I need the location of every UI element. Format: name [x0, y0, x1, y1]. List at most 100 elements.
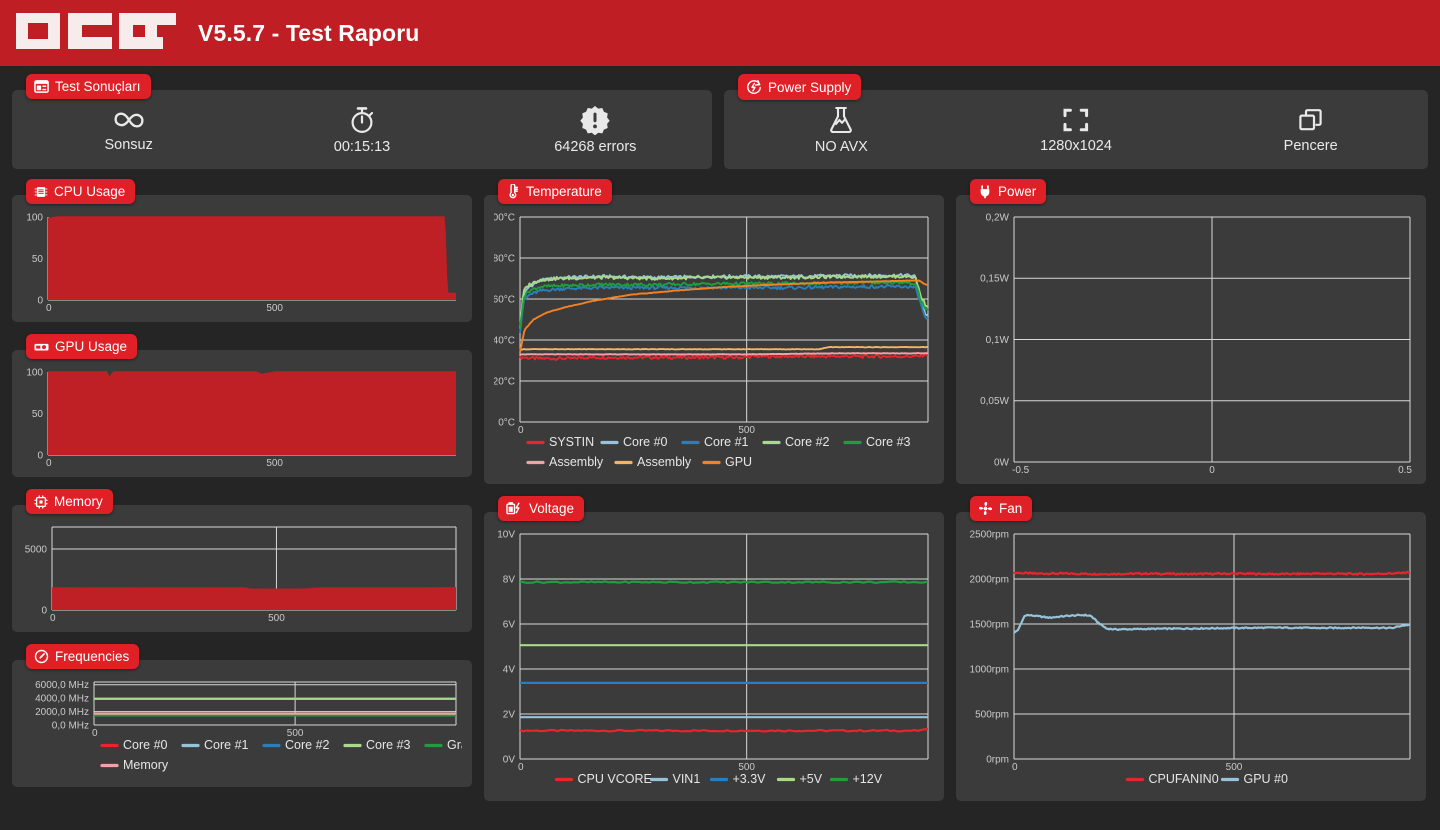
- temperature-card: Temperature 0°C20°C40°C60°C80°C100°C0500…: [484, 179, 944, 484]
- power-plot: 0W 0,05W 0,1W 0,15W 0,2W -0.5 0 0.5: [980, 212, 1412, 476]
- svg-text:2V: 2V: [503, 709, 516, 720]
- temperature-badge-label: Temperature: [526, 184, 602, 199]
- svg-text:80°C: 80°C: [494, 253, 515, 264]
- cpu-usage-badge-label: CPU Usage: [54, 184, 126, 199]
- charts-grid: CPU Usage 0 50 100 0 500 GPU Usage 0 50 100 0 50…: [0, 169, 1440, 801]
- duration-mode-value: Sonsuz: [104, 136, 153, 153]
- power-card: Power 0W 0,05W 0,1W 0,15W 0,2W -0.5 0 0.5: [956, 179, 1426, 484]
- svg-text:6V: 6V: [503, 619, 516, 630]
- svg-text:GPU: GPU: [725, 455, 752, 469]
- svg-text:Assembly: Assembly: [549, 455, 604, 469]
- svg-text:0: 0: [46, 458, 52, 469]
- test-results-badge: Test Sonuçları: [26, 74, 151, 99]
- test-results-card: Test Sonuçları Sonsuz 00:15:13 64268 err…: [12, 74, 712, 169]
- fan-plot: 0rpm 500rpm 1000rpm 1500rpm 2000rpm 2500rpm 0 5…: [970, 529, 1411, 786]
- elapsed-time-value: 00:15:13: [333, 138, 391, 155]
- svg-text:2000,0 MHz: 2000,0 MHz: [35, 707, 89, 718]
- svg-text:0W: 0W: [994, 457, 1010, 468]
- charts-column-right: Power 0W 0,05W 0,1W 0,15W 0,2W -0.5 0 0.5 Fan 0…: [956, 179, 1426, 801]
- svg-text:0: 0: [92, 728, 98, 739]
- svg-text:50: 50: [32, 409, 44, 420]
- power-supply-card: Power Supply NO AVX 1280x1024 Pencere: [724, 74, 1428, 169]
- svg-text:0rpm: 0rpm: [986, 754, 1009, 765]
- svg-text:Core #3: Core #3: [366, 738, 411, 752]
- summary-item-resolution: 1280x1024: [959, 106, 1194, 154]
- svg-text:Core #1: Core #1: [204, 738, 249, 752]
- svg-text:20°C: 20°C: [494, 376, 515, 387]
- svg-text:1500rpm: 1500rpm: [970, 619, 1009, 630]
- gauge-icon: [34, 649, 49, 664]
- svg-text:+3.3V: +3.3V: [733, 772, 767, 786]
- summary-item-instruction-set: NO AVX: [724, 105, 959, 155]
- svg-text:0: 0: [518, 425, 524, 436]
- svg-text:0.5: 0.5: [1398, 465, 1412, 476]
- summary-item-errors: 64268 errors: [479, 105, 712, 155]
- memory-plot: 0 5000 0 500: [25, 526, 457, 624]
- memory-badge-label: Memory: [54, 494, 103, 509]
- frequencies-badge: Frequencies: [26, 644, 140, 669]
- svg-text:6000,0 MHz: 6000,0 MHz: [35, 680, 89, 691]
- svg-text:10V: 10V: [497, 529, 515, 540]
- svg-text:0: 0: [518, 762, 524, 773]
- report-table-icon: [34, 79, 49, 94]
- svg-text:4000,0 MHz: 4000,0 MHz: [35, 694, 89, 705]
- power-supply-badge-label: Power Supply: [768, 79, 852, 95]
- page-title: V5.5.7 - Test Raporu: [198, 19, 420, 46]
- svg-text:60°C: 60°C: [494, 294, 515, 305]
- instruction-set-value: NO AVX: [814, 138, 868, 155]
- svg-text:0: 0: [46, 303, 52, 314]
- svg-text:0,15W: 0,15W: [980, 274, 1009, 285]
- svg-text:+12V: +12V: [853, 772, 883, 786]
- svg-text:Core #1: Core #1: [704, 435, 749, 449]
- fan-card: Fan 0rpm 500rpm 1000rpm 1500rpm 2000rpm 2500r…: [956, 496, 1426, 801]
- svg-text:100: 100: [26, 367, 43, 378]
- infinity-icon: [111, 107, 147, 133]
- svg-text:2000rpm: 2000rpm: [970, 574, 1009, 585]
- voltage-badge-label: Voltage: [529, 501, 575, 516]
- svg-text:500: 500: [268, 613, 285, 624]
- summary-item-window-mode: Pencere: [1193, 106, 1428, 154]
- svg-text:0,0 MHz: 0,0 MHz: [52, 720, 89, 731]
- cpu-usage-plot: 0 50 100 0 500: [26, 212, 456, 314]
- svg-text:40°C: 40°C: [494, 335, 515, 346]
- voltage-badge: Voltage: [498, 496, 585, 521]
- cpu-usage-card: CPU Usage 0 50 100 0 500: [12, 179, 472, 322]
- memory-chip-icon: [34, 494, 48, 509]
- flask-icon: [827, 105, 855, 135]
- window-mode-value: Pencere: [1283, 137, 1338, 154]
- plug-icon: [978, 184, 992, 199]
- svg-text:5000: 5000: [25, 544, 48, 555]
- svg-text:Memory: Memory: [123, 758, 169, 772]
- gpu-usage-card: GPU Usage 0 50 100 0 500: [12, 334, 472, 477]
- stopwatch-icon: [347, 105, 377, 135]
- fan-badge-label: Fan: [999, 501, 1023, 516]
- svg-text:Assembly: Assembly: [637, 455, 692, 469]
- frequencies-badge-label: Frequencies: [55, 649, 130, 664]
- app-header: V5.5.7 - Test Raporu: [0, 0, 1440, 66]
- gpu-usage-badge-label: GPU Usage: [55, 339, 128, 354]
- occt-logo-icon: [14, 11, 176, 56]
- svg-text:500rpm: 500rpm: [975, 709, 1009, 720]
- svg-text:0: 0: [37, 450, 43, 461]
- svg-text:0,1W: 0,1W: [986, 335, 1010, 346]
- gpu-usage-plot: 0 50 100 0 500: [26, 367, 456, 469]
- frequencies-card: Frequencies 0,0 MHz 2000,0 MHz 4000,0 MHz 6…: [12, 644, 472, 787]
- error-badge-icon: [580, 105, 611, 135]
- svg-text:500: 500: [266, 303, 283, 314]
- voltage-plot: 0V2V4V6V8V10V0 500CPU VCORE VIN1 +3.3V +5V +1…: [497, 529, 929, 786]
- charts-column-left: CPU Usage 0 50 100 0 500 GPU Usage 0 50 100 0 50…: [12, 179, 472, 801]
- voltage-card: Voltage 0V 2V 4V 6V 8V 10V 0 500 CPU VCORE VIN1 +3…: [484, 496, 944, 801]
- fan-badge: Fan: [970, 496, 1033, 521]
- memory-badge: Memory: [26, 489, 113, 514]
- svg-text:CPUFANIN0: CPUFANIN0: [1149, 772, 1219, 786]
- svg-text:0°C: 0°C: [498, 417, 515, 428]
- svg-text:500: 500: [266, 458, 283, 469]
- thermometer-icon: [506, 184, 520, 199]
- svg-text:0: 0: [50, 613, 56, 624]
- svg-text:VIN1: VIN1: [673, 772, 701, 786]
- charts-column-middle: Temperature 0°C20°C40°C60°C80°C100°C0500…: [484, 179, 944, 801]
- temperature-badge: Temperature: [498, 179, 612, 204]
- svg-text:CPU VCORE: CPU VCORE: [578, 772, 652, 786]
- battery-bolt-icon: [506, 501, 523, 516]
- fan-icon: [978, 501, 993, 516]
